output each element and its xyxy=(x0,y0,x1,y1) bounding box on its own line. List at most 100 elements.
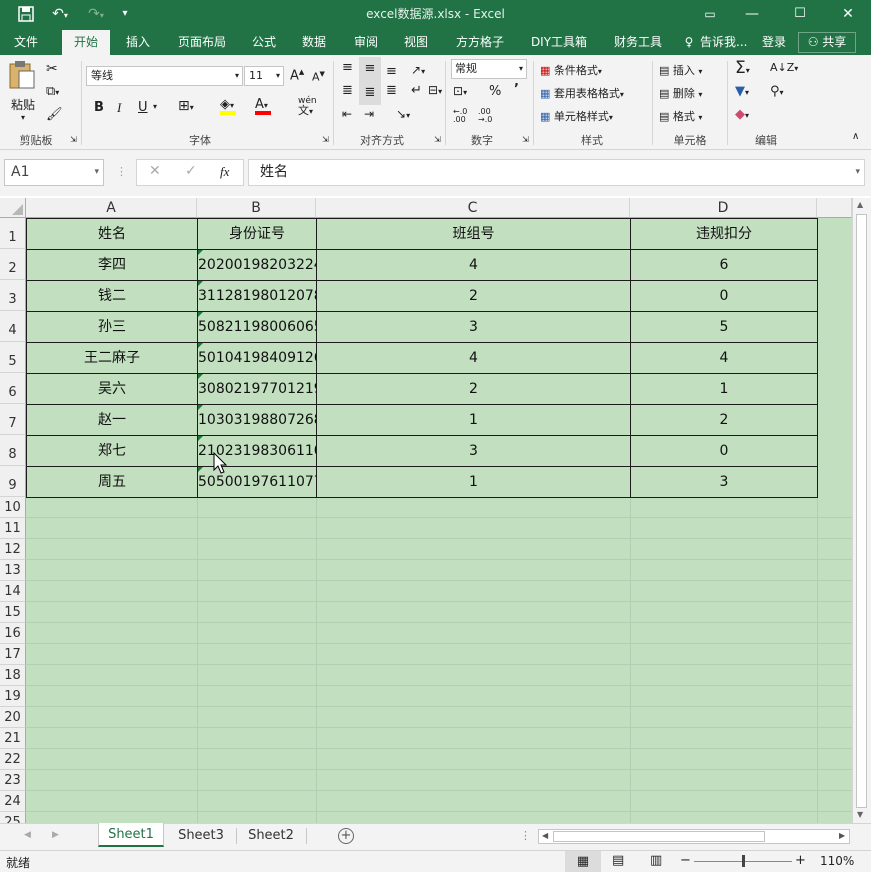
name-box[interactable]: A1 ▾ xyxy=(4,159,104,186)
table-cell[interactable]: 4 xyxy=(630,342,818,374)
table-cell[interactable]: 2 xyxy=(316,373,631,405)
clipboard-launcher-icon[interactable]: ⇲ xyxy=(70,135,77,144)
number-as-text-indicator[interactable] xyxy=(198,250,203,255)
align-center-icon[interactable]: ≣ xyxy=(359,81,381,105)
row-header[interactable]: 5 xyxy=(0,342,26,373)
row-header[interactable]: 16 xyxy=(0,623,26,644)
zoom-level[interactable]: 110% xyxy=(820,854,854,868)
number-format-select[interactable]: 常规 ▾ xyxy=(451,59,527,79)
orientation-icon[interactable]: ↗▾ xyxy=(411,63,425,77)
row-header[interactable]: 2 xyxy=(0,249,26,280)
border-icon[interactable]: ⊞▾ xyxy=(178,98,194,114)
fill-icon[interactable]: ▼▾ xyxy=(735,84,749,99)
italic-button[interactable]: I xyxy=(117,100,121,116)
align-middle-icon[interactable]: ≡ xyxy=(359,57,381,81)
table-cell[interactable]: 王二麻子 xyxy=(26,342,198,374)
minimize-icon[interactable]: — xyxy=(740,0,764,28)
zoom-out-icon[interactable]: − xyxy=(680,853,691,868)
table-cell[interactable]: 2 xyxy=(630,404,818,436)
row-header[interactable]: 12 xyxy=(0,539,26,560)
table-cell[interactable]: 郑七 xyxy=(26,435,198,467)
sort-filter-icon[interactable]: A↓Z▾ xyxy=(770,61,798,74)
row-header[interactable]: 1 xyxy=(0,218,26,249)
increase-indent-icon[interactable]: ⇥ xyxy=(364,107,374,121)
vertical-scrollbar[interactable]: ▲ ▼ xyxy=(852,198,871,823)
scroll-right-icon[interactable]: ▶ xyxy=(839,831,845,840)
number-as-text-indicator[interactable] xyxy=(198,405,203,410)
table-cell[interactable]: 2 xyxy=(316,280,631,312)
table-cell[interactable]: 6 xyxy=(630,249,818,281)
normal-view-icon[interactable]: ▦ xyxy=(565,851,601,872)
tell-me-search[interactable]: 告诉我... xyxy=(700,30,750,55)
font-color-icon[interactable]: A▾ xyxy=(255,97,271,115)
row-header[interactable]: 17 xyxy=(0,644,26,665)
number-as-text-indicator[interactable] xyxy=(198,467,203,472)
redo-icon[interactable]: ↷▾ xyxy=(82,0,110,30)
prev-sheet-icon[interactable]: ◀ xyxy=(24,830,31,840)
table-cell[interactable]: 4 xyxy=(316,342,631,374)
worksheet-grid[interactable]: ABCD 1 2 3 4 5 6 7 8 9 10 11 12 13 14 15 16 17 18 19 20 21 22… xyxy=(0,198,852,823)
clear-icon[interactable]: ◆▾ xyxy=(735,107,749,122)
table-cell[interactable]: 311281980120781 xyxy=(197,280,317,312)
row-header[interactable]: 10 xyxy=(0,497,26,518)
header-cell[interactable]: 班组号 xyxy=(316,218,631,250)
number-as-text-indicator[interactable] xyxy=(198,281,203,286)
table-cell[interactable]: 1 xyxy=(316,466,631,498)
horizontal-scrollbar[interactable]: ◀ ▶ xyxy=(538,829,850,844)
increase-font-icon[interactable]: A▲ xyxy=(290,68,304,83)
add-sheet-icon[interactable]: + xyxy=(338,828,354,844)
scroll-left-icon[interactable]: ◀ xyxy=(542,831,548,840)
table-cell[interactable]: 308021977012194 xyxy=(197,373,317,405)
vertical-scroll-thumb[interactable] xyxy=(856,214,867,808)
tab-page-layout[interactable]: 页面布局 xyxy=(170,30,234,55)
table-cell[interactable]: 0 xyxy=(630,435,818,467)
format-cells-button[interactable]: ▤ 格式 ▾ xyxy=(659,108,702,124)
row-header[interactable]: 20 xyxy=(0,707,26,728)
undo-icon[interactable]: ↶▾ xyxy=(46,0,74,30)
decrease-decimal-icon[interactable]: .00 →.0 xyxy=(478,108,492,124)
column-header-d[interactable]: D xyxy=(630,198,817,218)
table-cell[interactable]: 103031988072687 xyxy=(197,404,317,436)
alignment-launcher-icon[interactable]: ⇲ xyxy=(434,135,441,144)
column-header-a[interactable]: A xyxy=(26,198,197,218)
collapse-ribbon-icon[interactable]: ∧ xyxy=(852,131,859,142)
cancel-entry-icon[interactable]: ✕ xyxy=(149,163,161,179)
find-select-icon[interactable]: ⚲▾ xyxy=(770,84,784,99)
column-header-b[interactable]: B xyxy=(197,198,316,218)
confirm-entry-icon[interactable]: ✓ xyxy=(185,163,197,179)
row-header[interactable]: 15 xyxy=(0,602,26,623)
cut-icon[interactable]: ✂ xyxy=(46,61,58,77)
row-header[interactable]: 21 xyxy=(0,728,26,749)
table-cell[interactable]: 李四 xyxy=(26,249,198,281)
row-header[interactable]: 23 xyxy=(0,770,26,791)
table-cell[interactable]: 202001982032249 xyxy=(197,249,317,281)
tab-finance-tools[interactable]: 财务工具 xyxy=(606,30,670,55)
accounting-format-icon[interactable]: ⊡▾ xyxy=(453,84,467,98)
row-header[interactable]: 6 xyxy=(0,373,26,404)
table-cell[interactable]: 1 xyxy=(316,404,631,436)
align-bottom-icon[interactable]: ≡ xyxy=(386,64,397,79)
horizontal-scroll-thumb[interactable] xyxy=(553,831,765,842)
merge-center-icon[interactable]: ⊟▾ xyxy=(428,83,442,97)
table-cell[interactable]: 吴六 xyxy=(26,373,198,405)
tab-data[interactable]: 数据 xyxy=(294,30,334,55)
sheet-tab-sheet3[interactable]: Sheet3 xyxy=(168,824,234,848)
align-top-icon[interactable]: ≡ xyxy=(342,60,353,75)
tab-diy-toolbox[interactable]: DIY工具箱 xyxy=(524,30,594,55)
delete-cells-button[interactable]: ▤ 删除 ▾ xyxy=(659,85,702,101)
tab-home[interactable]: 开始 xyxy=(62,30,110,55)
table-cell[interactable]: 508211980060657 xyxy=(197,311,317,343)
wrap-text-icon[interactable]: ↵ xyxy=(411,83,422,98)
next-sheet-icon[interactable]: ▶ xyxy=(52,830,59,840)
fill-color-icon[interactable]: ◈▾ xyxy=(220,97,236,115)
align-left-icon[interactable]: ≣ xyxy=(342,83,353,98)
maximize-icon[interactable]: ☐ xyxy=(788,0,812,28)
table-cell[interactable]: 501041984091264 xyxy=(197,342,317,374)
chevron-down-icon[interactable]: ▾ xyxy=(153,102,157,111)
row-header[interactable]: 19 xyxy=(0,686,26,707)
row-header[interactable]: 22 xyxy=(0,749,26,770)
row-header[interactable]: 25 xyxy=(0,812,26,823)
number-as-text-indicator[interactable] xyxy=(198,374,203,379)
increase-decimal-icon[interactable]: ←.0.00 xyxy=(453,108,467,124)
cell-styles-button[interactable]: ▦ 单元格样式▾ xyxy=(540,108,613,124)
